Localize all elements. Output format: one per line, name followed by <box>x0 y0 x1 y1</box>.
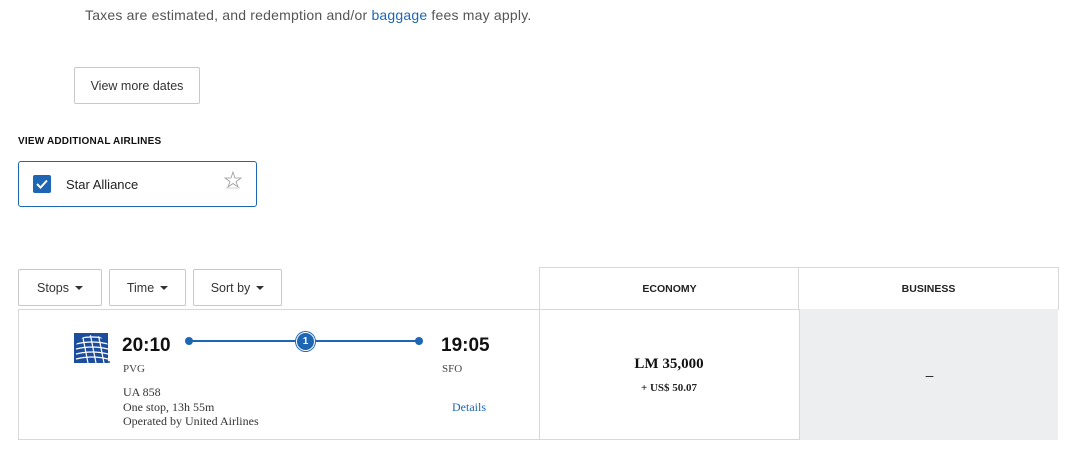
taxes-disclaimer: Taxes are estimated, and redemption and/… <box>85 7 531 23</box>
disclaimer-text-end: fees may apply. <box>427 7 532 23</box>
disclaimer-text: Taxes are estimated, and redemption and/… <box>85 7 372 23</box>
caret-down-icon <box>74 285 83 290</box>
sort-by-button[interactable]: Sort by <box>193 269 282 306</box>
arrival-time: 19:05 <box>441 335 490 356</box>
caret-down-icon <box>256 285 265 290</box>
view-more-dates-button[interactable]: View more dates <box>74 67 200 104</box>
flight-duration: One stop, 13h 55m <box>123 400 215 414</box>
united-airlines-logo-icon <box>74 333 110 364</box>
time-filter-button[interactable]: Time <box>109 269 186 306</box>
checkmark-icon <box>36 179 48 189</box>
star-alliance-logo-icon <box>223 171 243 189</box>
arrival-airport: SFO <box>442 363 463 375</box>
business-column-header: BUSINESS <box>798 267 1059 310</box>
flight-number: UA 858 <box>123 385 161 399</box>
baggage-link[interactable]: baggage <box>371 7 427 23</box>
destination-dot <box>415 337 423 345</box>
business-fare-cell[interactable]: – <box>799 309 1058 440</box>
additional-airlines-heading: VIEW ADDITIONAL AIRLINES <box>18 136 162 147</box>
stops-filter-button[interactable]: Stops <box>18 269 102 306</box>
stops-filter-label: Stops <box>37 280 69 295</box>
departure-airport: PVG <box>123 363 146 375</box>
economy-tax-price: + US$ 50.07 <box>640 382 698 394</box>
stop-count-badge: 1 <box>296 332 315 351</box>
economy-column-header: ECONOMY <box>539 267 800 310</box>
economy-miles-price: LM 35,000 <box>634 356 704 372</box>
star-alliance-option[interactable]: Star Alliance <box>18 161 257 207</box>
star-alliance-checkbox[interactable] <box>33 175 51 193</box>
departure-time: 20:10 <box>122 335 171 356</box>
star-alliance-label: Star Alliance <box>66 177 139 192</box>
business-fare-value: – <box>925 366 934 383</box>
caret-down-icon <box>160 285 169 290</box>
time-filter-label: Time <box>126 280 155 295</box>
economy-fare-cell[interactable]: LM 35,000 + US$ 50.07 <box>540 309 798 440</box>
details-link[interactable]: Details <box>452 400 486 415</box>
origin-dot <box>185 337 193 345</box>
flight-operator: Operated by United Airlines <box>123 414 259 428</box>
sort-by-label: Sort by <box>210 280 251 295</box>
